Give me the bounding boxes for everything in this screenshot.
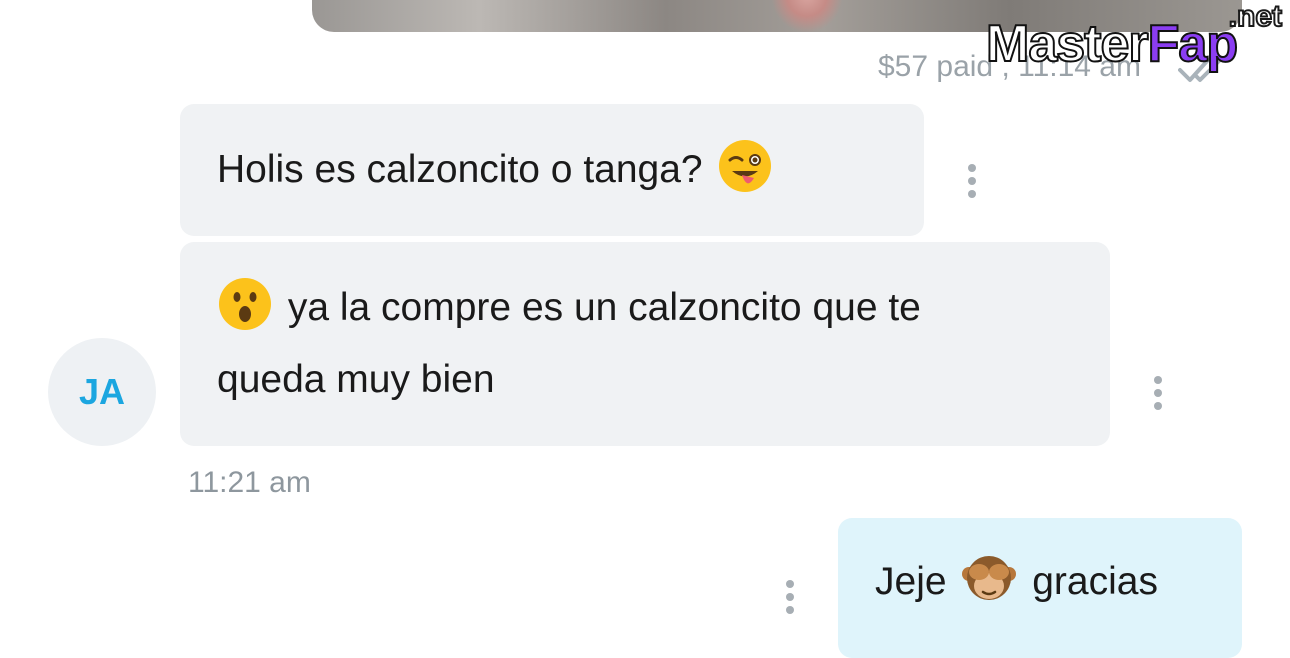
message-text: Jeje [875, 560, 947, 603]
winking-face-with-tongue-icon [717, 138, 773, 194]
outgoing-message[interactable]: Jeje gracias [838, 518, 1242, 658]
see-no-evil-monkey-icon [961, 550, 1017, 606]
message-text: queda muy bien [217, 358, 495, 401]
avatar[interactable]: JA [48, 338, 156, 446]
more-options-icon[interactable] [1152, 376, 1164, 416]
message-text: Holis es calzoncito o tanga? [217, 148, 703, 191]
message-timestamp: 11:21 am [188, 466, 311, 499]
watermark-logo: .net MasterFap [985, 0, 1290, 80]
face-with-open-mouth-icon [217, 276, 273, 332]
media-preview-detail [772, 0, 842, 32]
message-text: ya la compre es un calzoncito que te [287, 286, 921, 329]
message-text: gracias [1032, 560, 1158, 603]
more-options-icon[interactable] [966, 164, 978, 204]
incoming-message[interactable]: ya la compre es un calzoncito que te que… [180, 242, 1110, 446]
message-line: ya la compre es un calzoncito que te [217, 272, 1070, 344]
watermark-brand-part1: Master [985, 14, 1150, 74]
message-line: queda muy bien [217, 344, 1070, 416]
watermark-brand-part2: Fap [1147, 14, 1239, 74]
incoming-message[interactable]: Holis es calzoncito o tanga? [180, 104, 924, 236]
watermark-brand: MasterFap [985, 14, 1239, 74]
more-options-icon[interactable] [784, 580, 796, 620]
